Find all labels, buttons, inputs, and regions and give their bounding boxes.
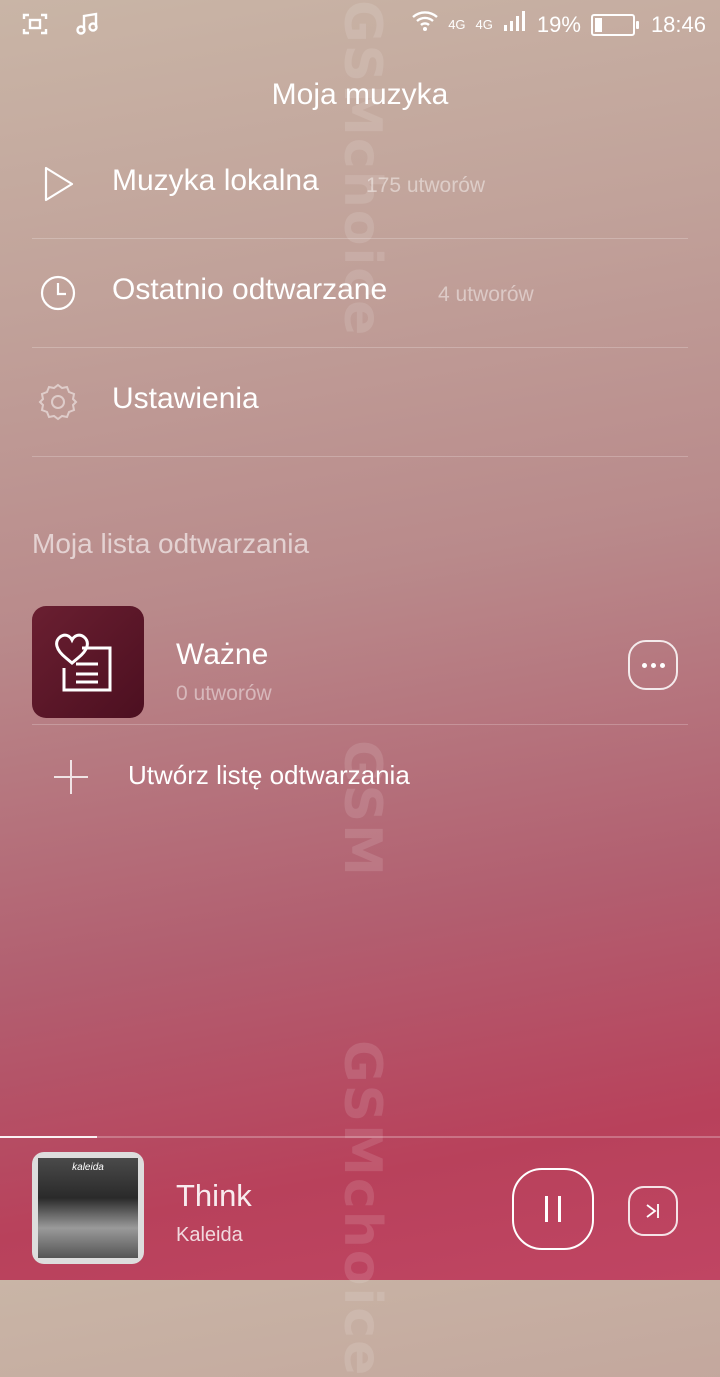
section-title-playlists: Moja lista odtwarzania: [32, 528, 310, 559]
playback-progress: [0, 1136, 720, 1138]
menu-item-label: Muzyka lokalna: [112, 164, 319, 197]
next-track-button[interactable]: [628, 1186, 678, 1236]
playlist-name: Ważne: [176, 638, 269, 671]
clock-icon: [36, 271, 80, 315]
more-options-button[interactable]: [628, 640, 678, 690]
track-artist: Kaleida: [176, 1224, 243, 1246]
clock: 18:46: [650, 12, 706, 37]
now-playing-bar[interactable]: kaleida Think Kaleida: [0, 1136, 720, 1280]
watermark: GSMchoice: [332, 0, 392, 338]
watermark: GSM: [332, 740, 392, 878]
playlist-count: 0 utworów: [176, 682, 272, 705]
network-indicator-1: 4G: [448, 17, 466, 32]
dot: [641, 662, 647, 668]
gear-icon: [36, 380, 80, 424]
network-indicator-2: 4G: [475, 17, 493, 32]
dot: [659, 662, 665, 668]
album-art-image: kaleida: [38, 1158, 138, 1258]
play-icon: [36, 162, 80, 206]
signal-icon: [503, 10, 527, 40]
pause-button[interactable]: [512, 1168, 594, 1250]
track-title: Think: [176, 1178, 252, 1213]
pause-icon-bar: [545, 1196, 548, 1222]
album-art[interactable]: kaleida: [32, 1152, 144, 1264]
screenshot-icon: [22, 13, 48, 40]
music-note-icon: [76, 12, 100, 41]
wifi-icon: [412, 10, 439, 40]
playback-progress-fill: [0, 1136, 98, 1138]
menu-item-count: 4 utworów: [438, 283, 534, 306]
battery-percent: 19%: [536, 12, 581, 37]
dot: [650, 662, 656, 668]
next-icon: [642, 1200, 664, 1227]
plus-icon: [52, 758, 90, 796]
album-art-text: kaleida: [72, 1162, 104, 1173]
playlist-item[interactable]: Ważne 0 utworów: [32, 606, 688, 725]
playlist-cover: [32, 606, 144, 718]
battery-icon: [590, 14, 639, 36]
menu-item-label: Ustawienia: [112, 382, 259, 415]
heart-list-icon: [52, 628, 124, 701]
pause-icon-bar: [558, 1196, 561, 1222]
menu-item-settings[interactable]: Ustawienia: [32, 348, 688, 457]
